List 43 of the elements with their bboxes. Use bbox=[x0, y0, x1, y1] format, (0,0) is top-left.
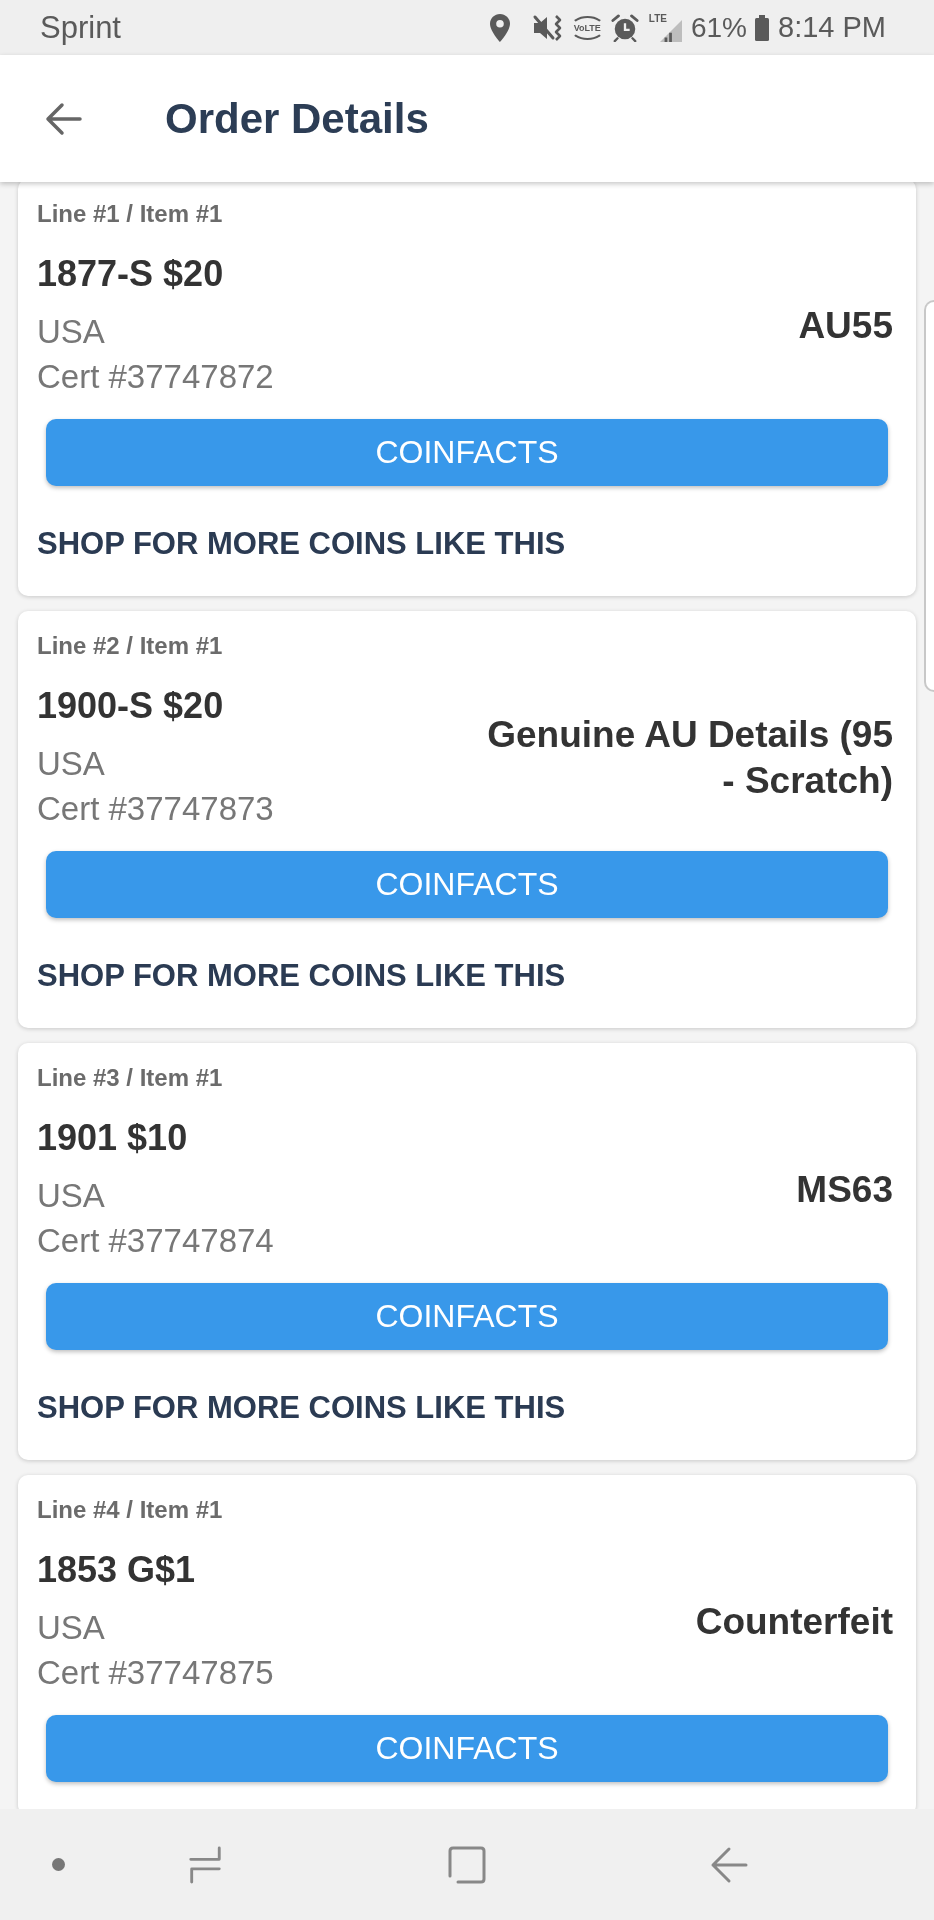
coin-title: 1901 $10 bbox=[37, 1117, 189, 1159]
coinfacts-button[interactable]: COINFACTS bbox=[46, 1283, 888, 1350]
shop-more-link[interactable]: SHOP FOR MORE COINS LIKE THIS bbox=[37, 525, 566, 563]
battery-icon bbox=[755, 14, 769, 41]
line-item-label: Line #1 / Item #1 bbox=[37, 200, 224, 228]
coin-title: 1877-S $20 bbox=[37, 253, 225, 295]
coin-country: USA bbox=[37, 312, 106, 352]
line-item-label: Line #2 / Item #1 bbox=[37, 632, 224, 660]
coin-grade: MS63 bbox=[796, 1168, 893, 1212]
network-type-label: LTE bbox=[648, 13, 667, 24]
dot-icon[interactable] bbox=[52, 1858, 65, 1871]
coin-grade: Genuine AU Details (95 - Scratch) bbox=[486, 713, 893, 803]
coin-title: 1853 G$1 bbox=[37, 1549, 197, 1591]
line-item-label: Line #3 / Item #1 bbox=[37, 1064, 224, 1092]
home-icon[interactable] bbox=[448, 1845, 486, 1884]
shop-more-link[interactable]: SHOP FOR MORE COINS LIKE THIS bbox=[37, 1389, 566, 1427]
back-icon[interactable] bbox=[710, 1845, 748, 1884]
coin-title: 1900-S $20 bbox=[37, 685, 225, 727]
coin-grade: Counterfeit bbox=[695, 1600, 893, 1644]
coin-country: USA bbox=[37, 1176, 106, 1216]
edge-panel-handle[interactable] bbox=[924, 300, 934, 692]
carrier-name: Sprint bbox=[40, 9, 121, 46]
clock-time: 8:14 PM bbox=[778, 11, 886, 44]
recent-apps-icon[interactable] bbox=[186, 1845, 224, 1884]
cert-number: Cert #37747873 bbox=[37, 789, 274, 829]
cert-number: Cert #37747872 bbox=[37, 357, 274, 397]
cert-number: Cert #37747875 bbox=[37, 1653, 274, 1693]
alarm-clock-icon bbox=[610, 13, 639, 42]
location-pin-icon bbox=[489, 13, 510, 42]
back-arrow-icon[interactable] bbox=[44, 101, 82, 136]
coinfacts-button[interactable]: COINFACTS bbox=[46, 1715, 888, 1782]
muted-vibrate-icon bbox=[531, 13, 564, 42]
coinfacts-button[interactable]: COINFACTS bbox=[46, 419, 888, 486]
line-item-label: Line #4 / Item #1 bbox=[37, 1496, 224, 1524]
coinfacts-button[interactable]: COINFACTS bbox=[46, 851, 888, 918]
coin-country: USA bbox=[37, 744, 106, 784]
volte-indicator: VoLTE bbox=[569, 15, 605, 40]
coin-grade: AU55 bbox=[798, 304, 893, 348]
page-title: Order Details bbox=[165, 94, 429, 143]
coin-country: USA bbox=[37, 1608, 106, 1648]
shop-more-link[interactable]: SHOP FOR MORE COINS LIKE THIS bbox=[37, 957, 566, 995]
cert-number: Cert #37747874 bbox=[37, 1221, 274, 1261]
battery-percent: 61% bbox=[690, 11, 747, 44]
